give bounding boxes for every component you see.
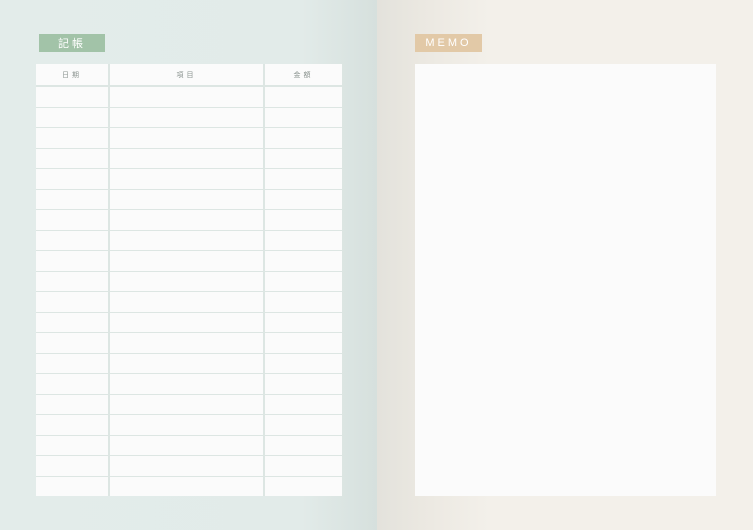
ledger-cell[interactable]	[36, 476, 108, 496]
ledger-cell[interactable]	[265, 374, 342, 394]
ledger-cell[interactable]	[110, 476, 263, 496]
ledger-cell[interactable]	[265, 292, 342, 312]
ledger-cell[interactable]	[265, 210, 342, 230]
ledger-cell[interactable]	[36, 169, 108, 189]
ledger-cell[interactable]	[36, 333, 108, 353]
ledger-table: 日期 項目 金額	[36, 64, 342, 496]
ledger-cell[interactable]	[110, 353, 263, 373]
ledger-cell[interactable]	[265, 415, 342, 435]
ledger-cell[interactable]	[36, 148, 108, 168]
ledger-cell[interactable]	[265, 312, 342, 332]
ledger-cell[interactable]	[265, 148, 342, 168]
ledger-cell[interactable]	[36, 435, 108, 455]
amount-column: 金額	[265, 64, 342, 496]
memo-title-tag: MEMO	[415, 34, 482, 52]
ledger-cell[interactable]	[36, 456, 108, 476]
item-column: 項目	[110, 64, 263, 496]
ledger-cell[interactable]	[265, 476, 342, 496]
ledger-title-tag: 記帳	[39, 34, 105, 52]
ledger-cell[interactable]	[110, 251, 263, 271]
ledger-cell[interactable]	[110, 169, 263, 189]
ledger-cell[interactable]	[110, 210, 263, 230]
ledger-cell[interactable]	[110, 415, 263, 435]
ledger-cell[interactable]	[36, 107, 108, 127]
ledger-cell[interactable]	[110, 271, 263, 291]
ledger-cell[interactable]	[110, 128, 263, 148]
ledger-cell[interactable]	[36, 415, 108, 435]
ledger-cell[interactable]	[36, 394, 108, 414]
ledger-cell[interactable]	[110, 435, 263, 455]
ledger-cell[interactable]	[265, 271, 342, 291]
ledger-cell[interactable]	[110, 292, 263, 312]
ledger-cell[interactable]	[110, 189, 263, 209]
ledger-cell[interactable]	[110, 312, 263, 332]
ledger-cell[interactable]	[265, 169, 342, 189]
header-amount: 金額	[265, 64, 342, 85]
ledger-cell[interactable]	[36, 374, 108, 394]
ledger-cell[interactable]	[265, 107, 342, 127]
ledger-cell[interactable]	[265, 128, 342, 148]
ledger-cell[interactable]	[110, 230, 263, 250]
ledger-cell[interactable]	[265, 251, 342, 271]
header-item: 項目	[110, 64, 263, 85]
ledger-cell[interactable]	[110, 148, 263, 168]
ledger-cell[interactable]	[265, 189, 342, 209]
ledger-cell[interactable]	[36, 87, 108, 107]
ledger-cell[interactable]	[36, 292, 108, 312]
date-column: 日期	[36, 64, 108, 496]
ledger-cell[interactable]	[110, 333, 263, 353]
ledger-cell[interactable]	[36, 210, 108, 230]
header-date: 日期	[36, 64, 108, 85]
ledger-cell[interactable]	[265, 435, 342, 455]
ledger-cell[interactable]	[110, 456, 263, 476]
ledger-cell[interactable]	[265, 353, 342, 373]
ledger-page: 記帳 日期 項目 金額	[0, 0, 377, 530]
ledger-cell[interactable]	[265, 87, 342, 107]
ledger-cell[interactable]	[110, 394, 263, 414]
ledger-cell[interactable]	[36, 189, 108, 209]
ledger-cell[interactable]	[110, 374, 263, 394]
ledger-cell[interactable]	[36, 251, 108, 271]
memo-area[interactable]	[415, 64, 716, 496]
ledger-cell[interactable]	[265, 333, 342, 353]
ledger-cell[interactable]	[265, 394, 342, 414]
ledger-cell[interactable]	[110, 107, 263, 127]
ledger-cell[interactable]	[36, 271, 108, 291]
ledger-cell[interactable]	[36, 353, 108, 373]
ledger-cell[interactable]	[36, 230, 108, 250]
ledger-cell[interactable]	[265, 456, 342, 476]
ledger-cell[interactable]	[110, 87, 263, 107]
ledger-cell[interactable]	[36, 312, 108, 332]
ledger-cell[interactable]	[36, 128, 108, 148]
ledger-cell[interactable]	[265, 230, 342, 250]
